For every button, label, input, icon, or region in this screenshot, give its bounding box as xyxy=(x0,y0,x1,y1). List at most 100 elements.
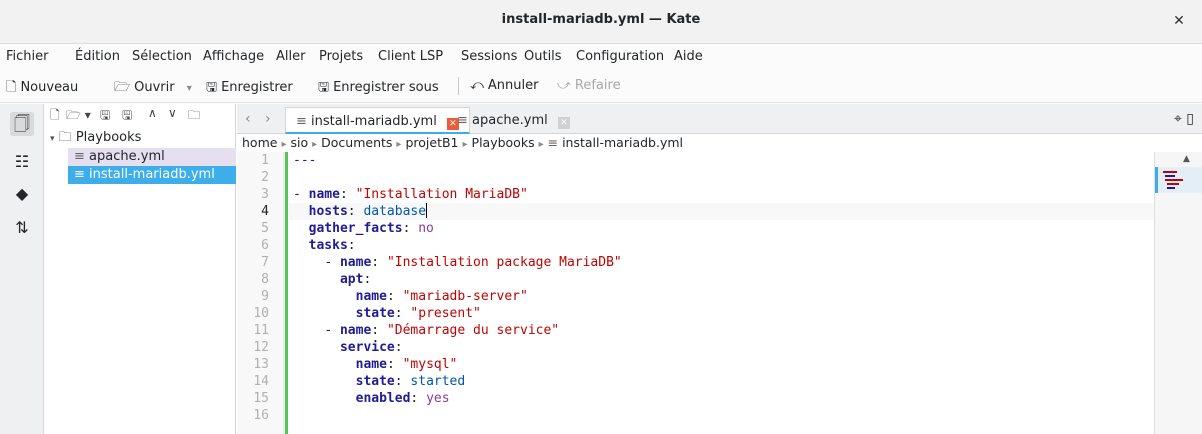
code-token: "Installation package MariaDB" xyxy=(386,255,622,270)
tab-back-icon[interactable]: ‹ xyxy=(245,111,251,127)
lsp-icon[interactable]: ⇅ xyxy=(10,216,34,240)
open-button-label: Ouvrir xyxy=(134,80,175,95)
menu-sessions[interactable]: Sessions xyxy=(461,49,517,64)
menu-aller[interactable]: Aller xyxy=(276,49,305,64)
code-line[interactable]: - name: "Installation MariaDB" xyxy=(293,186,528,203)
code-line[interactable]: - name: "Installation package MariaDB" xyxy=(293,254,622,271)
tree-file-install-mariadb[interactable]: ≡ install-mariadb.yml xyxy=(68,166,236,184)
minimap-line xyxy=(1165,179,1183,181)
code-line[interactable]: state: started xyxy=(293,373,466,390)
tree-folder-label: Playbooks xyxy=(75,130,142,145)
text-cursor xyxy=(426,203,428,218)
code-token: : xyxy=(394,340,403,355)
code-token: tasks xyxy=(308,238,348,253)
code-token: - xyxy=(293,187,309,202)
tab-install-mariadb[interactable]: ≡ install-mariadb.yml ✕ xyxy=(285,107,470,134)
file-text-icon: ≡ xyxy=(296,114,307,129)
breadcrumb-item[interactable]: Playbooks xyxy=(472,135,535,150)
breadcrumb-item[interactable]: Documents xyxy=(321,135,392,150)
breadcrumb-item[interactable]: projetB1 xyxy=(405,135,458,150)
code-token: service xyxy=(339,340,395,355)
code-line[interactable]: - name: "Démarrage du service" xyxy=(293,322,559,339)
code-token: name xyxy=(339,323,372,338)
tab-apache[interactable]: ≡ apache.yml ✕ xyxy=(447,107,580,134)
menu-affichage[interactable]: Affichage xyxy=(203,49,264,64)
code-token: database xyxy=(363,204,427,219)
line-number: 7 xyxy=(261,255,269,270)
menu-selection[interactable]: Sélection xyxy=(132,49,192,64)
code-line[interactable]: apt: xyxy=(293,271,371,288)
panel-new-icon[interactable]: 🗋 xyxy=(50,106,60,127)
code-line[interactable]: gather_facts: no xyxy=(293,220,434,237)
code-line[interactable]: hosts: database xyxy=(293,203,428,220)
minimap-scrollbar[interactable]: ▲ xyxy=(1154,152,1202,434)
code-line[interactable]: enabled: yes xyxy=(293,390,450,407)
documents-icon[interactable]: 🗍 xyxy=(10,112,34,136)
menu-aide[interactable]: Aide xyxy=(674,49,703,64)
line-number: 8 xyxy=(261,272,269,287)
new-button[interactable]: 🗋 Nouveau xyxy=(6,78,78,100)
tree-file-apache[interactable]: ≡ apache.yml xyxy=(68,148,236,166)
menu-client-lsp[interactable]: Client LSP xyxy=(378,49,443,64)
scroll-up-icon[interactable]: ▲ xyxy=(1183,154,1190,164)
projects-icon[interactable]: ☷ xyxy=(10,150,34,174)
panel-up-icon[interactable]: ∧ xyxy=(148,106,157,120)
menu-edition[interactable]: Édition xyxy=(75,49,120,64)
code-line[interactable]: name: "mysql" xyxy=(293,356,458,373)
file-text-icon: ≡ xyxy=(547,135,563,150)
close-window-icon[interactable]: ✕ xyxy=(1170,12,1188,30)
open-dropdown-icon[interactable]: ▾ xyxy=(187,83,192,94)
panel-down-icon[interactable]: ∨ xyxy=(168,106,177,120)
minimap-line xyxy=(1163,171,1177,173)
save-as-button[interactable]: 🖫 Enregistrer sous xyxy=(318,78,439,100)
code-token: apt xyxy=(339,272,364,287)
panel-save-as-icon[interactable]: 🖫 xyxy=(122,106,132,127)
main-toolbar: 🗋 Nouveau 🗁 Ouvrir ▾ 🖫 Enregistrer 🖫 Enregis… xyxy=(0,69,1202,103)
save-button[interactable]: 🖫 Enregistrer xyxy=(206,78,293,100)
menu-configuration[interactable]: Configuration xyxy=(576,49,664,64)
panel-open-icon[interactable]: 🗁 ▾ xyxy=(66,106,91,127)
undo-button[interactable]: ⤺ Annuler xyxy=(470,78,538,93)
modified-lines-marker xyxy=(285,152,288,434)
breadcrumb-item[interactable]: install-mariadb.yml xyxy=(562,135,683,150)
code-line[interactable]: name: "mariadb-server" xyxy=(293,288,528,305)
breadcrumb-separator-icon: ▸ xyxy=(462,139,468,150)
tree-folder-playbooks[interactable]: ▾ 🗀 Playbooks xyxy=(50,128,141,150)
redo-button[interactable]: ⤻ Refaire xyxy=(557,78,621,93)
code-line[interactable]: --- xyxy=(293,152,316,169)
line-number: 2 xyxy=(261,170,269,185)
breadcrumb-item[interactable]: home xyxy=(242,135,277,150)
code-token: : xyxy=(394,374,411,389)
line-number: 1 xyxy=(261,153,269,168)
minimap-line xyxy=(1167,183,1179,185)
code-line[interactable]: service: xyxy=(293,339,403,356)
breadcrumb-separator-icon: ▸ xyxy=(396,139,402,150)
documents-panel: 🗋 🗁 ▾ 🖫 🖫 ∧ ∨ 🗀 ▾ 🗀 Playbooks ≡ apache.y… xyxy=(44,104,236,434)
folder-icon: 🗀 xyxy=(58,130,72,145)
breadcrumb-item[interactable]: sio xyxy=(290,135,308,150)
panel-save-icon[interactable]: 🖫 xyxy=(100,106,110,127)
line-number: 6 xyxy=(261,238,269,253)
code-line[interactable]: tasks: xyxy=(293,237,356,254)
line-number: 4 xyxy=(261,204,269,219)
menu-projets[interactable]: Projets xyxy=(319,49,363,64)
open-button[interactable]: 🗁 Ouvrir ▾ xyxy=(114,78,192,100)
tab-label: install-mariadb.yml xyxy=(311,114,437,129)
menu-fichier[interactable]: Fichier xyxy=(6,49,49,64)
tab-close-icon[interactable]: ✕ xyxy=(557,117,570,129)
code-token: state xyxy=(355,306,395,321)
menu-outils[interactable]: Outils xyxy=(524,49,562,64)
line-number: 12 xyxy=(253,340,269,355)
line-number: 14 xyxy=(253,374,269,389)
code-line[interactable]: state: "present" xyxy=(293,305,481,322)
split-view-icon[interactable]: ⌖ ▯ xyxy=(1174,111,1194,127)
panel-sync-icon[interactable]: 🗀 xyxy=(188,106,200,127)
line-number: 5 xyxy=(261,221,269,236)
code-editor[interactable]: 1 2 3 4 5 6 7 8 9 10 11 12 13 14 15 16 --- - name: "Inst… xyxy=(237,152,1154,434)
code-token: "Installation MariaDB" xyxy=(355,187,528,202)
breadcrumb-separator-icon: ▸ xyxy=(281,139,287,150)
tab-forward-icon[interactable]: › xyxy=(265,111,271,127)
code-token: : xyxy=(402,221,419,236)
git-icon[interactable]: ◆ xyxy=(10,182,34,206)
file-text-icon: ≡ xyxy=(74,167,85,182)
